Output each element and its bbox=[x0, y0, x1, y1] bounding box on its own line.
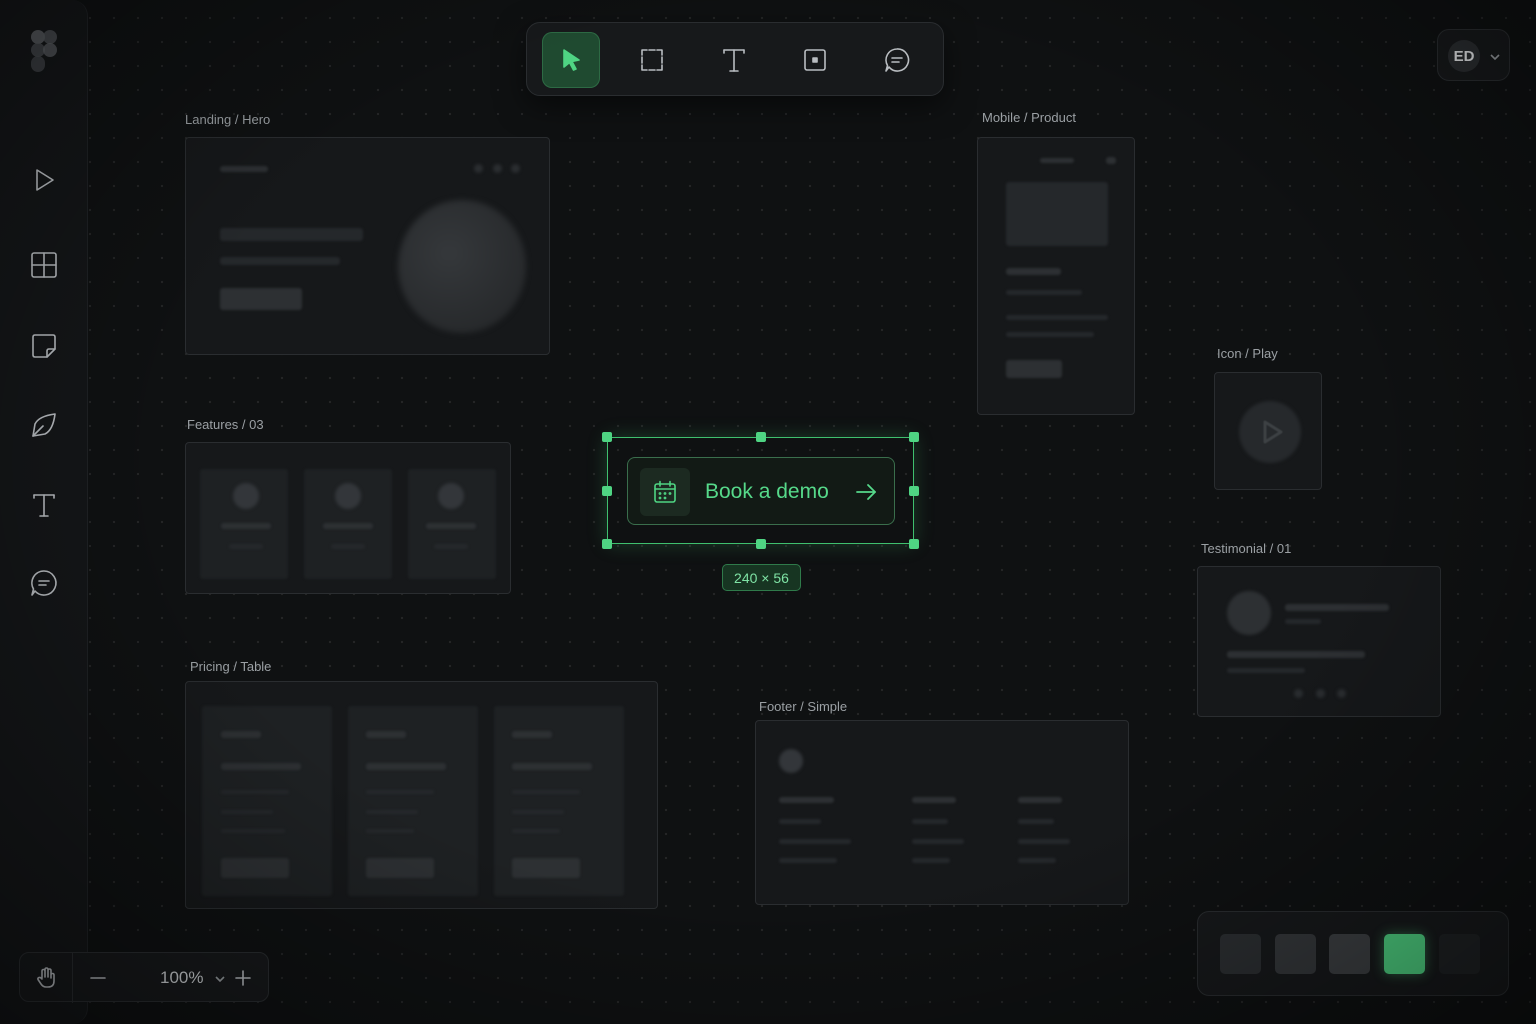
frame-icon-play[interactable] bbox=[1214, 372, 1322, 490]
pen-nib-icon bbox=[32, 413, 56, 437]
frame-landing-hero[interactable] bbox=[185, 137, 550, 355]
frame-label-features: Features / 03 bbox=[187, 417, 264, 432]
book-demo-label: Book a demo bbox=[705, 480, 829, 503]
chevron-down-icon[interactable] bbox=[1489, 50, 1501, 62]
frame-label-testimonial: Testimonial / 01 bbox=[1201, 541, 1292, 556]
component-icon bbox=[804, 49, 826, 71]
frame-pricing[interactable] bbox=[185, 681, 658, 909]
color-swatch[interactable] bbox=[1329, 934, 1370, 974]
frame-testimonial[interactable] bbox=[1197, 566, 1441, 717]
resize-handle-left[interactable] bbox=[602, 486, 612, 496]
cursor-icon bbox=[563, 49, 580, 71]
minus-icon bbox=[90, 977, 106, 979]
play-icon bbox=[36, 169, 54, 191]
zoom-out-button[interactable] bbox=[86, 953, 110, 1003]
zoom-bar-divider bbox=[72, 953, 73, 1003]
size-badge: 240 × 56 bbox=[722, 564, 801, 591]
frame-label-footer: Footer / Simple bbox=[759, 699, 848, 714]
tool-text[interactable] bbox=[705, 32, 763, 88]
frame-mobile-product[interactable] bbox=[977, 137, 1135, 415]
sidebar-item-sticky[interactable] bbox=[24, 326, 64, 366]
comment-icon bbox=[885, 48, 910, 72]
chevron-down-icon[interactable] bbox=[214, 972, 226, 984]
book-demo-button[interactable]: Book a demo bbox=[627, 457, 895, 525]
user-menu[interactable]: ED bbox=[1437, 29, 1510, 81]
avatar[interactable]: ED bbox=[1448, 40, 1480, 72]
color-swatch-selected[interactable] bbox=[1384, 934, 1425, 974]
frame-features[interactable] bbox=[185, 442, 511, 594]
color-swatch[interactable] bbox=[1275, 934, 1316, 974]
resize-handle-top-left[interactable] bbox=[602, 432, 612, 442]
app-logo-icon[interactable] bbox=[29, 28, 61, 76]
arrow-right-icon bbox=[854, 480, 878, 504]
zoom-level[interactable]: 100% bbox=[160, 968, 203, 988]
calendar-icon bbox=[640, 468, 690, 516]
left-sidebar bbox=[0, 0, 88, 1024]
sidebar-item-grid[interactable] bbox=[24, 245, 64, 285]
zoom-in-button[interactable] bbox=[231, 953, 255, 1003]
frame-label-icon-play: Icon / Play bbox=[1217, 346, 1278, 361]
frame-label-mobile: Mobile / Product bbox=[982, 110, 1076, 125]
hand-icon bbox=[37, 967, 55, 988]
tool-component[interactable] bbox=[786, 32, 844, 88]
sticky-note-icon bbox=[32, 334, 56, 358]
sidebar-item-text[interactable] bbox=[24, 485, 64, 525]
frame-label-pricing: Pricing / Table bbox=[190, 659, 272, 674]
tool-frame[interactable] bbox=[623, 32, 681, 88]
comment-icon bbox=[31, 570, 57, 596]
resize-handle-bottom-right[interactable] bbox=[909, 539, 919, 549]
sidebar-item-comment[interactable] bbox=[24, 563, 64, 603]
text-icon bbox=[33, 494, 55, 517]
color-swatch[interactable] bbox=[1439, 934, 1480, 974]
tool-select[interactable] bbox=[542, 32, 600, 88]
resize-handle-top[interactable] bbox=[756, 432, 766, 442]
frame-icon bbox=[641, 49, 663, 71]
frame-footer[interactable] bbox=[755, 720, 1129, 905]
text-icon bbox=[723, 49, 745, 72]
sidebar-item-play[interactable] bbox=[24, 160, 64, 200]
resize-handle-right[interactable] bbox=[909, 486, 919, 496]
top-toolbar bbox=[526, 22, 944, 96]
resize-handle-bottom[interactable] bbox=[756, 539, 766, 549]
color-swatch[interactable] bbox=[1220, 934, 1261, 974]
hand-tool-button[interactable] bbox=[20, 953, 72, 1003]
plus-icon bbox=[235, 970, 251, 986]
frame-label-landing: Landing / Hero bbox=[185, 112, 271, 127]
play-icon bbox=[1263, 420, 1283, 444]
zoom-bar: 100% bbox=[19, 952, 269, 1003]
tool-comment[interactable] bbox=[868, 32, 926, 88]
sidebar-item-pen[interactable] bbox=[24, 405, 64, 445]
resize-handle-bottom-left[interactable] bbox=[602, 539, 612, 549]
color-palette bbox=[1197, 911, 1509, 996]
grid-icon bbox=[31, 252, 57, 278]
resize-handle-top-right[interactable] bbox=[909, 432, 919, 442]
